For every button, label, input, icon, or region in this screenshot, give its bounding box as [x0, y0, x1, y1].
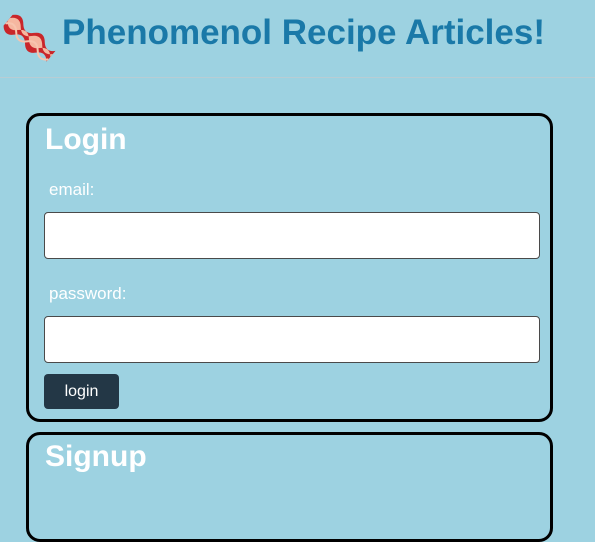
login-card: Login email: password: login [26, 113, 553, 422]
login-button[interactable]: login [44, 374, 119, 409]
signup-title: Signup [45, 440, 147, 473]
password-field[interactable] [44, 316, 540, 363]
email-field[interactable] [44, 212, 540, 259]
password-label: password: [49, 284, 127, 303]
site-header: Phenomenol Recipe Articles! [0, 0, 595, 78]
email-label: email: [49, 180, 95, 199]
login-title: Login [45, 123, 127, 156]
bacon-icon [3, 14, 56, 62]
signup-card: Signup [26, 432, 553, 542]
site-title: Phenomenol Recipe Articles! [62, 13, 545, 52]
